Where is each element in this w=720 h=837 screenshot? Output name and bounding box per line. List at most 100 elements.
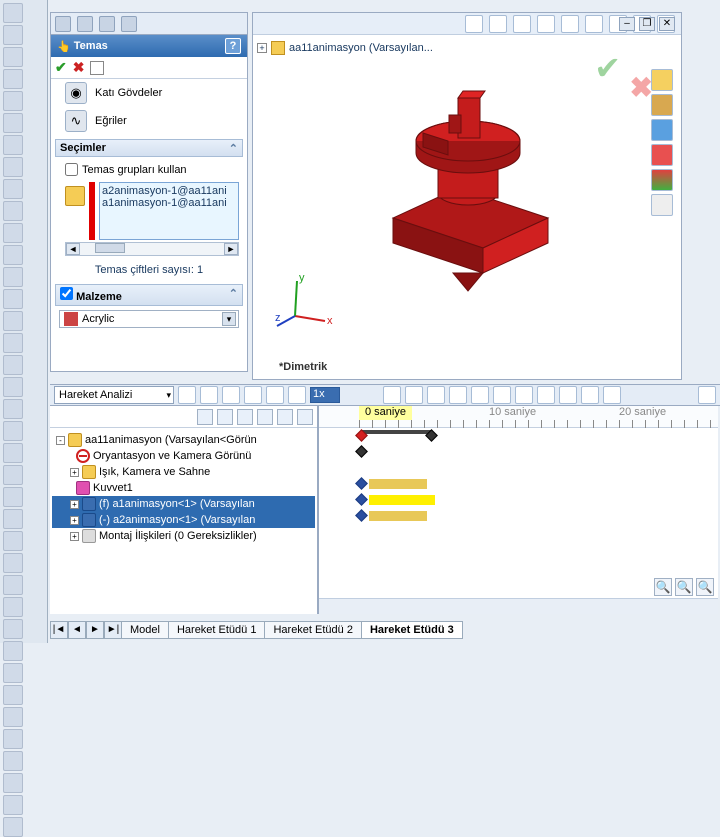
material-dropdown[interactable]: Acrylic ▾ [59, 310, 239, 328]
tool-button[interactable] [3, 311, 23, 331]
graphics-viewport[interactable]: – ❐ ✕ + aa11animasyon (Varsayılan... ✔ ✖ [252, 12, 682, 380]
playback-mode-icon[interactable] [266, 386, 284, 404]
tool-button[interactable] [3, 641, 23, 661]
tool-button[interactable] [3, 135, 23, 155]
playback-speed-input[interactable]: 1x [310, 387, 340, 403]
tool-button[interactable] [3, 707, 23, 727]
selection-item[interactable]: a1animasyon-1@aa11ani [102, 197, 236, 209]
play-icon[interactable] [222, 386, 240, 404]
timeline-track[interactable] [319, 428, 718, 444]
collapse-icon[interactable]: - [56, 436, 65, 445]
tool-button[interactable] [3, 553, 23, 573]
tree-row-force[interactable]: Kuvvet1 [52, 480, 315, 496]
tool-button[interactable] [3, 333, 23, 353]
selection-hscrollbar[interactable]: ◄ ► [65, 242, 239, 256]
change-bar[interactable] [369, 495, 435, 505]
type-curves-row[interactable]: ∿ Eğriler [51, 107, 247, 135]
expand-icon[interactable]: + [257, 43, 267, 53]
scroll-left-icon[interactable]: ◄ [66, 243, 80, 255]
type-solid-bodies-row[interactable]: ◉ Katı Gövdeler [51, 79, 247, 107]
timeline-track[interactable] [319, 460, 718, 476]
tool-button[interactable] [3, 575, 23, 595]
tool-button[interactable] [3, 619, 23, 639]
tool-button[interactable] [3, 179, 23, 199]
material-checkbox[interactable] [60, 287, 73, 300]
tree-row-part1[interactable]: + (f) a1animasyon<1> (Varsayılan [52, 496, 315, 512]
tool-button[interactable] [3, 245, 23, 265]
expand-icon[interactable]: + [70, 532, 79, 541]
tree-row-part2[interactable]: + (-) a2animasyon<1> (Varsayılan [52, 512, 315, 528]
play-start-icon[interactable] [200, 386, 218, 404]
tree-row-mates[interactable]: + Montaj İlişkileri (0 Gereksizlikler) [52, 528, 315, 544]
expand-icon[interactable]: + [70, 500, 79, 509]
tool-button[interactable] [3, 3, 23, 23]
pushpin-icon[interactable] [90, 61, 104, 75]
tool-button[interactable] [3, 729, 23, 749]
timeline-ruler[interactable]: 0 saniye 10 saniye 20 saniye [319, 406, 718, 428]
design-library-tab-icon[interactable] [651, 94, 673, 116]
filter-icon[interactable] [217, 409, 233, 425]
tool-button[interactable] [3, 421, 23, 441]
gravity-icon[interactable] [471, 386, 489, 404]
material-section-header[interactable]: Malzeme ⌃ [55, 284, 243, 306]
display-tab-icon[interactable] [121, 16, 137, 32]
zoom-fit-icon[interactable] [465, 15, 483, 33]
tool-button[interactable] [3, 399, 23, 419]
tree-root-row[interactable]: - aa11animasyon (Varsayılan<Görün [52, 432, 315, 448]
filter-icon[interactable] [257, 409, 273, 425]
tree-row-lights[interactable]: + Işık, Kamera ve Sahne [52, 464, 315, 480]
tab-next-icon[interactable]: ► [86, 621, 104, 639]
configuration-tab-icon[interactable] [99, 16, 115, 32]
tool-button[interactable] [3, 597, 23, 617]
restore-icon[interactable]: ❐ [639, 17, 655, 31]
tab-first-icon[interactable]: |◄ [50, 621, 68, 639]
settings-icon[interactable] [559, 386, 577, 404]
cancel-icon[interactable]: ✖ [73, 59, 85, 76]
reject-large-icon[interactable]: ✖ [630, 71, 653, 104]
filter-icon[interactable] [277, 409, 293, 425]
help-button[interactable]: ? [225, 38, 241, 54]
zoom-fit-icon[interactable]: 🔍 [675, 578, 693, 596]
property-manager-tab-icon[interactable] [77, 16, 93, 32]
timeline-hscrollbar[interactable] [319, 598, 718, 614]
zoom-out-icon[interactable]: 🔍 [654, 578, 672, 596]
timeline-track[interactable] [319, 508, 718, 524]
file-explorer-tab-icon[interactable] [651, 119, 673, 141]
section-icon[interactable] [561, 15, 579, 33]
motor-icon[interactable] [383, 386, 401, 404]
change-bar[interactable] [369, 479, 427, 489]
simulation-icon[interactable] [603, 386, 621, 404]
selections-section-header[interactable]: Seçimler ⌃ [55, 139, 243, 157]
selection-item[interactable]: a2animasyon-1@aa11ani [102, 185, 236, 197]
tool-button[interactable] [3, 773, 23, 793]
study-type-dropdown[interactable]: Hareket Analizi ▾ [54, 386, 174, 404]
scroll-thumb[interactable] [95, 243, 125, 253]
stop-icon[interactable] [244, 386, 262, 404]
zoom-in-icon[interactable]: 🔍 [696, 578, 714, 596]
tab-study1[interactable]: Hareket Etüdü 1 [168, 621, 266, 639]
view-palette-tab-icon[interactable] [651, 144, 673, 166]
tool-button[interactable] [3, 47, 23, 67]
timeline-tracks[interactable] [319, 428, 718, 588]
keyframe-icon[interactable] [355, 477, 368, 490]
appearances-tab-icon[interactable] [651, 169, 673, 191]
resources-tab-icon[interactable] [651, 69, 673, 91]
tool-button[interactable] [3, 289, 23, 309]
plot-icon[interactable] [537, 386, 555, 404]
tool-button[interactable] [3, 267, 23, 287]
tool-button[interactable] [3, 113, 23, 133]
ok-icon[interactable]: ✔ [55, 59, 67, 76]
mass-icon[interactable] [581, 386, 599, 404]
tab-last-icon[interactable]: ►| [104, 621, 122, 639]
tool-button[interactable] [3, 91, 23, 111]
tool-button[interactable] [3, 157, 23, 177]
filter-icon[interactable] [237, 409, 253, 425]
use-groups-checkbox[interactable] [65, 163, 78, 176]
force-icon[interactable] [427, 386, 445, 404]
spring-icon[interactable] [405, 386, 423, 404]
tab-study2[interactable]: Hareket Etüdü 2 [264, 621, 362, 639]
selection-listbox[interactable]: a2animasyon-1@aa11ani a1animasyon-1@aa11… [99, 182, 239, 240]
close-icon[interactable]: ✕ [659, 17, 675, 31]
tool-button[interactable] [3, 795, 23, 815]
tool-button[interactable] [3, 25, 23, 45]
